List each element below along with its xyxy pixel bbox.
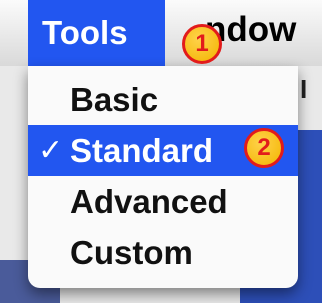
menu-item-custom[interactable]: Custom: [28, 227, 298, 278]
checkmark-icon: ✓: [38, 134, 64, 167]
menu-item-label: Basic: [70, 80, 159, 118]
callout-number: 2: [257, 134, 271, 161]
menu-item-label: Custom: [70, 233, 193, 271]
menu-bar: Tools ndow: [0, 0, 322, 67]
menu-tools[interactable]: Tools: [28, 0, 165, 66]
callout-number: 1: [195, 30, 209, 57]
menu-tools-label: Tools: [42, 14, 128, 51]
background-text-fragment: I: [300, 74, 308, 104]
menu-item-label: Advanced: [70, 182, 228, 220]
callout-badge-2: 2: [244, 128, 284, 168]
tools-dropdown-menu: Basic ✓ Standard Advanced Custom: [28, 66, 298, 288]
menu-item-advanced[interactable]: Advanced: [28, 176, 298, 227]
menu-item-label: Standard: [70, 131, 214, 169]
menu-item-basic[interactable]: Basic: [28, 74, 298, 125]
callout-badge-1: 1: [182, 24, 222, 64]
